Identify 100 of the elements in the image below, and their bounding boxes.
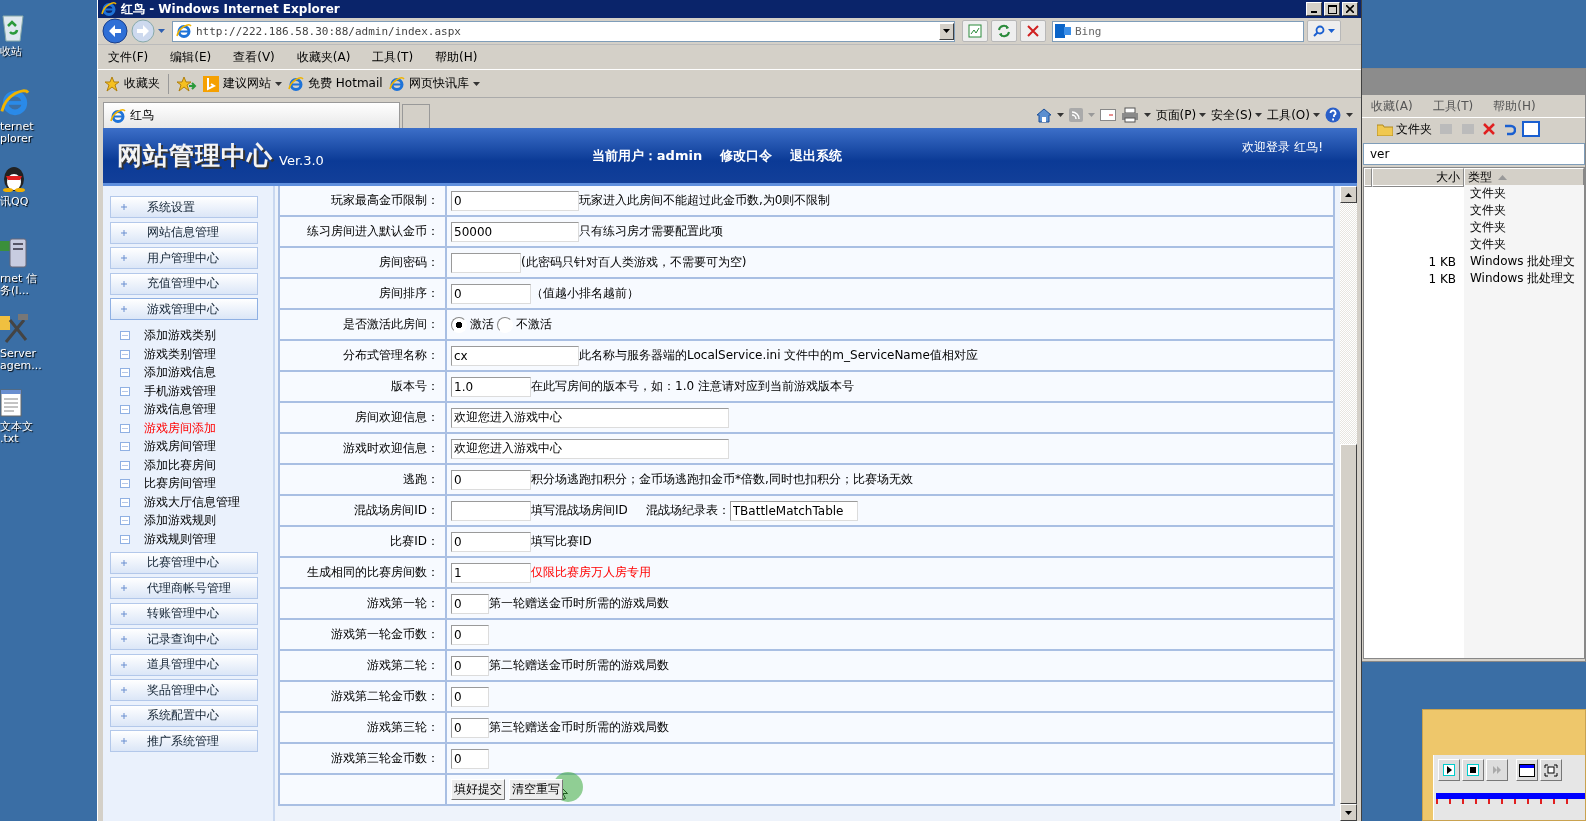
input-field[interactable]: 0 <box>451 190 579 211</box>
menu-item[interactable]: 文件(F) <box>108 48 149 66</box>
menu-section[interactable]: 比赛管理中心 <box>110 551 258 574</box>
window-button[interactable] <box>1516 759 1538 781</box>
command-button[interactable]: 页面(P) <box>1155 106 1207 124</box>
menu-item[interactable]: 编辑(E) <box>170 48 212 66</box>
menu-section[interactable]: 道具管理中心 <box>110 653 258 676</box>
header-link[interactable]: 修改口令 <box>720 146 773 165</box>
menu-item[interactable]: 帮助(H) <box>435 48 478 66</box>
input-field[interactable] <box>451 252 521 273</box>
menu-link[interactable]: 游戏大厅信息管理 <box>120 493 273 512</box>
form-button[interactable]: 清空重写 <box>509 779 563 800</box>
dropdown-button[interactable] <box>939 22 954 40</box>
radio-button[interactable] <box>497 316 513 333</box>
caret-icon[interactable] <box>1199 113 1207 117</box>
play-button[interactable] <box>1438 759 1460 781</box>
browser-tab[interactable]: 红鸟 <box>103 102 400 128</box>
menu-link[interactable]: 添加游戏规则 <box>120 511 273 530</box>
favorites-button[interactable]: 收藏夹 <box>104 75 160 92</box>
address-field[interactable]: ver <box>1370 147 1390 161</box>
caret-icon[interactable] <box>472 81 480 86</box>
menu-section[interactable]: 游戏管理中心 <box>110 298 258 320</box>
command-button[interactable]: 安全(S) <box>1211 106 1263 124</box>
favorites-link[interactable]: 建议网站 <box>223 75 271 92</box>
menu-section[interactable]: 系统配置中心 <box>110 704 258 727</box>
caret-icon[interactable] <box>1143 113 1151 117</box>
menu-section[interactable]: 奖品管理中心 <box>110 679 258 701</box>
search-button[interactable] <box>1307 20 1341 42</box>
views-icon[interactable] <box>1522 121 1540 137</box>
input-field[interactable]: 0 <box>451 686 489 707</box>
input-field[interactable]: 0 <box>451 655 489 676</box>
menu-link[interactable]: 添加比赛房间 <box>120 456 273 475</box>
input-field[interactable] <box>451 500 531 521</box>
input-field[interactable]: 0 <box>451 593 489 614</box>
menu-section[interactable]: 代理商帐号管理 <box>110 577 258 599</box>
home-icon[interactable] <box>1035 107 1052 123</box>
menu-item[interactable]: 工具(T) <box>1432 97 1474 115</box>
fullscreen-button[interactable] <box>1540 759 1562 781</box>
close-button[interactable] <box>1342 2 1358 16</box>
input-field[interactable]: 0 <box>451 717 489 738</box>
menu-item[interactable]: 收藏(A) <box>1371 97 1413 115</box>
menu-item[interactable]: 查看(V) <box>233 48 275 66</box>
menu-link[interactable]: 游戏房间管理 <box>120 437 273 456</box>
print-icon[interactable] <box>1120 107 1139 123</box>
input-field[interactable]: 欢迎您进入游戏中心 <box>451 438 729 459</box>
notepad-icon[interactable] <box>0 387 24 417</box>
menu-link[interactable]: 游戏信息管理 <box>120 400 273 419</box>
menu-link[interactable]: 手机游戏管理 <box>120 382 273 401</box>
menu-section[interactable]: 推广系统管理 <box>110 730 258 752</box>
favorites-link[interactable]: 网页快讯库 <box>408 75 469 92</box>
menu-link[interactable]: 添加游戏信息 <box>120 363 273 382</box>
radio-label[interactable]: 不激活 <box>516 316 552 333</box>
scrollbar-thumb[interactable] <box>1340 443 1357 804</box>
column-header[interactable]: 大小 <box>1372 168 1464 187</box>
menu-section[interactable]: 用户管理中心 <box>110 247 258 269</box>
menu-section[interactable]: 充值管理中心 <box>110 272 258 295</box>
back-button[interactable] <box>102 18 128 44</box>
menu-item[interactable]: 收藏夹(A) <box>296 48 351 66</box>
caret-icon[interactable] <box>1313 113 1320 117</box>
radio-button[interactable] <box>451 316 467 333</box>
mail-icon[interactable] <box>1099 109 1116 121</box>
scroll-up-button[interactable] <box>1340 186 1357 203</box>
input-field[interactable]: cx <box>451 345 579 366</box>
input-field[interactable]: 0 <box>451 531 531 552</box>
help-icon[interactable] <box>1325 107 1341 123</box>
input-field[interactable]: 1.0 <box>451 376 531 397</box>
input-field[interactable]: 0 <box>451 624 489 645</box>
caret-icon[interactable] <box>1346 113 1353 117</box>
input-field[interactable]: 0 <box>451 748 489 769</box>
menu-link[interactable]: 游戏规则管理 <box>120 530 273 549</box>
input-field[interactable]: 50000 <box>451 221 579 242</box>
refresh-button[interactable] <box>991 20 1017 42</box>
input-field[interactable]: 0 <box>451 283 531 304</box>
input-field[interactable]: 欢迎您进入游戏中心 <box>451 407 729 428</box>
header-link[interactable]: 退出系统 <box>790 146 843 165</box>
caret-icon[interactable] <box>943 29 950 33</box>
fast-forward-button[interactable] <box>1486 759 1508 781</box>
menu-item[interactable]: 工具(T) <box>372 48 414 66</box>
menu-link[interactable]: 比赛房间管理 <box>120 474 273 493</box>
recycle-bin-icon[interactable] <box>0 12 26 42</box>
search-field[interactable]: Bing <box>1052 20 1304 42</box>
input-field[interactable]: TBattleMatchTable <box>729 500 858 521</box>
browser-icon[interactable] <box>0 87 30 117</box>
menu-section[interactable]: 记录查询中心 <box>110 628 258 650</box>
folders-button[interactable]: 文件夹 <box>1377 120 1432 138</box>
caret-icon[interactable] <box>275 81 282 86</box>
menu-link[interactable]: 游戏类别管理 <box>120 345 273 364</box>
scroll-down-button[interactable] <box>1340 804 1357 821</box>
command-button[interactable]: 工具(O) <box>1267 106 1320 124</box>
menu-section[interactable]: 网站信息管理 <box>110 221 258 244</box>
caret-icon[interactable] <box>1255 113 1263 117</box>
tools-icon[interactable] <box>0 312 28 344</box>
input-field[interactable]: 1 <box>451 562 531 583</box>
server-icon[interactable] <box>0 237 28 269</box>
menu-section[interactable]: 系统设置 <box>110 196 258 218</box>
input-field[interactable]: 0 <box>451 469 531 490</box>
radio-label[interactable]: 激活 <box>470 316 494 333</box>
maximize-button[interactable] <box>1324 2 1340 16</box>
menu-link[interactable]: 添加游戏类别 <box>120 326 273 345</box>
minimize-button[interactable] <box>1306 2 1322 16</box>
